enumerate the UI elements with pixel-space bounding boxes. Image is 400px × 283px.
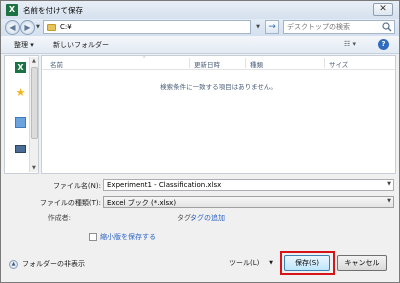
folder-icon <box>47 23 56 31</box>
cancel-button[interactable]: キャンセル <box>337 255 387 271</box>
file-list: 名前 ⌃ 更新日時 種類 サイズ 検索条件に一致する項目はありません。 <box>41 55 396 174</box>
save-thumbnail-label[interactable]: 縮小版を保存する <box>100 232 156 242</box>
column-divider[interactable] <box>324 58 325 68</box>
column-size[interactable]: サイズ <box>329 59 348 69</box>
sort-indicator-icon: ⌃ <box>142 56 147 62</box>
save-button[interactable]: 保存(S) <box>284 255 330 271</box>
column-name[interactable]: 名前 <box>50 59 63 69</box>
address-bar-row: ◀ ▶ ▼ C:¥ ▼ → <box>1 19 399 36</box>
organize-menu[interactable]: 整理 ▾ <box>14 40 34 50</box>
close-button[interactable]: ✕ <box>373 3 393 16</box>
history-dropdown-icon[interactable]: ▼ <box>36 24 40 30</box>
forward-icon[interactable]: ▶ <box>20 20 35 35</box>
add-tag-link[interactable]: タグの追加 <box>190 213 225 223</box>
filetype-value: Excel ブック (*.xlsx) <box>107 199 177 207</box>
library-icon[interactable] <box>15 117 26 128</box>
search-icon[interactable] <box>382 22 392 32</box>
address-field[interactable]: C:¥ <box>43 20 251 34</box>
star-icon[interactable]: ★ <box>15 87 26 98</box>
column-divider[interactable] <box>245 58 246 68</box>
command-toolbar: 整理 ▾ 新しいフォルダー ☷ ▾ ? <box>1 36 399 54</box>
column-type[interactable]: 種類 <box>250 59 263 69</box>
tools-label: ツール(L) <box>229 259 260 267</box>
filename-field[interactable]: ▼ <box>103 179 394 191</box>
back-icon[interactable]: ◀ <box>5 20 20 35</box>
scroll-down-icon[interactable]: ▼ <box>32 165 36 171</box>
excel-icon[interactable]: X <box>15 62 26 73</box>
filetype-dropdown-icon[interactable]: ▼ <box>387 198 391 204</box>
view-options-icon[interactable]: ☷ ▾ <box>344 40 356 48</box>
column-date-modified[interactable]: 更新日時 <box>194 59 220 69</box>
navigation-scrollbar[interactable]: ▲ ▼ <box>29 57 38 172</box>
column-divider[interactable] <box>189 58 190 68</box>
filetype-label: ファイルの種類(T): <box>39 199 101 207</box>
empty-message: 検索条件に一致する項目はありません。 <box>160 83 277 91</box>
author-label: 作成者: <box>47 214 71 222</box>
computer-icon[interactable] <box>15 145 26 153</box>
filetype-select[interactable]: Excel ブック (*.xlsx) ▼ <box>103 196 394 208</box>
address-dropdown-icon[interactable]: ▼ <box>253 20 263 34</box>
column-header: 名前 ⌃ 更新日時 種類 サイズ <box>42 56 395 70</box>
refresh-icon[interactable]: → <box>265 20 279 34</box>
hide-folders-icon[interactable]: ▲ <box>9 259 18 269</box>
save-as-dialog: X 名前を付けて保存 ✕ ◀ ▶ ▼ C:¥ ▼ → 整理 ▾ 新しいフォルダー… <box>0 0 400 283</box>
address-path: C:¥ <box>60 23 72 31</box>
search-box[interactable] <box>283 20 395 34</box>
search-input[interactable] <box>284 21 380 33</box>
filename-dropdown-icon[interactable]: ▼ <box>387 181 391 187</box>
tools-dropdown-icon: ▼ <box>269 260 273 266</box>
filename-input[interactable] <box>104 180 374 190</box>
tools-menu[interactable]: ツール(L) ▼ <box>223 256 275 270</box>
excel-icon: X <box>6 4 18 16</box>
hide-folders-label[interactable]: フォルダーの非表示 <box>22 259 85 269</box>
scrollbar-thumb[interactable] <box>31 67 38 139</box>
save-thumbnail-checkbox[interactable] <box>89 233 97 241</box>
title-bar: X 名前を付けて保存 ✕ <box>1 1 399 19</box>
hide-folders-toggle[interactable]: ▲ フォルダーの非表示 <box>9 259 85 269</box>
help-icon[interactable]: ? <box>378 39 389 50</box>
window-title: 名前を付けて保存 <box>23 5 83 15</box>
scroll-up-icon[interactable]: ▲ <box>32 58 36 64</box>
navigation-pane: X ★ ▲ ▼ <box>4 55 39 174</box>
new-folder-button[interactable]: 新しいフォルダー <box>53 40 109 50</box>
filename-label: ファイル名(N): <box>52 182 101 190</box>
